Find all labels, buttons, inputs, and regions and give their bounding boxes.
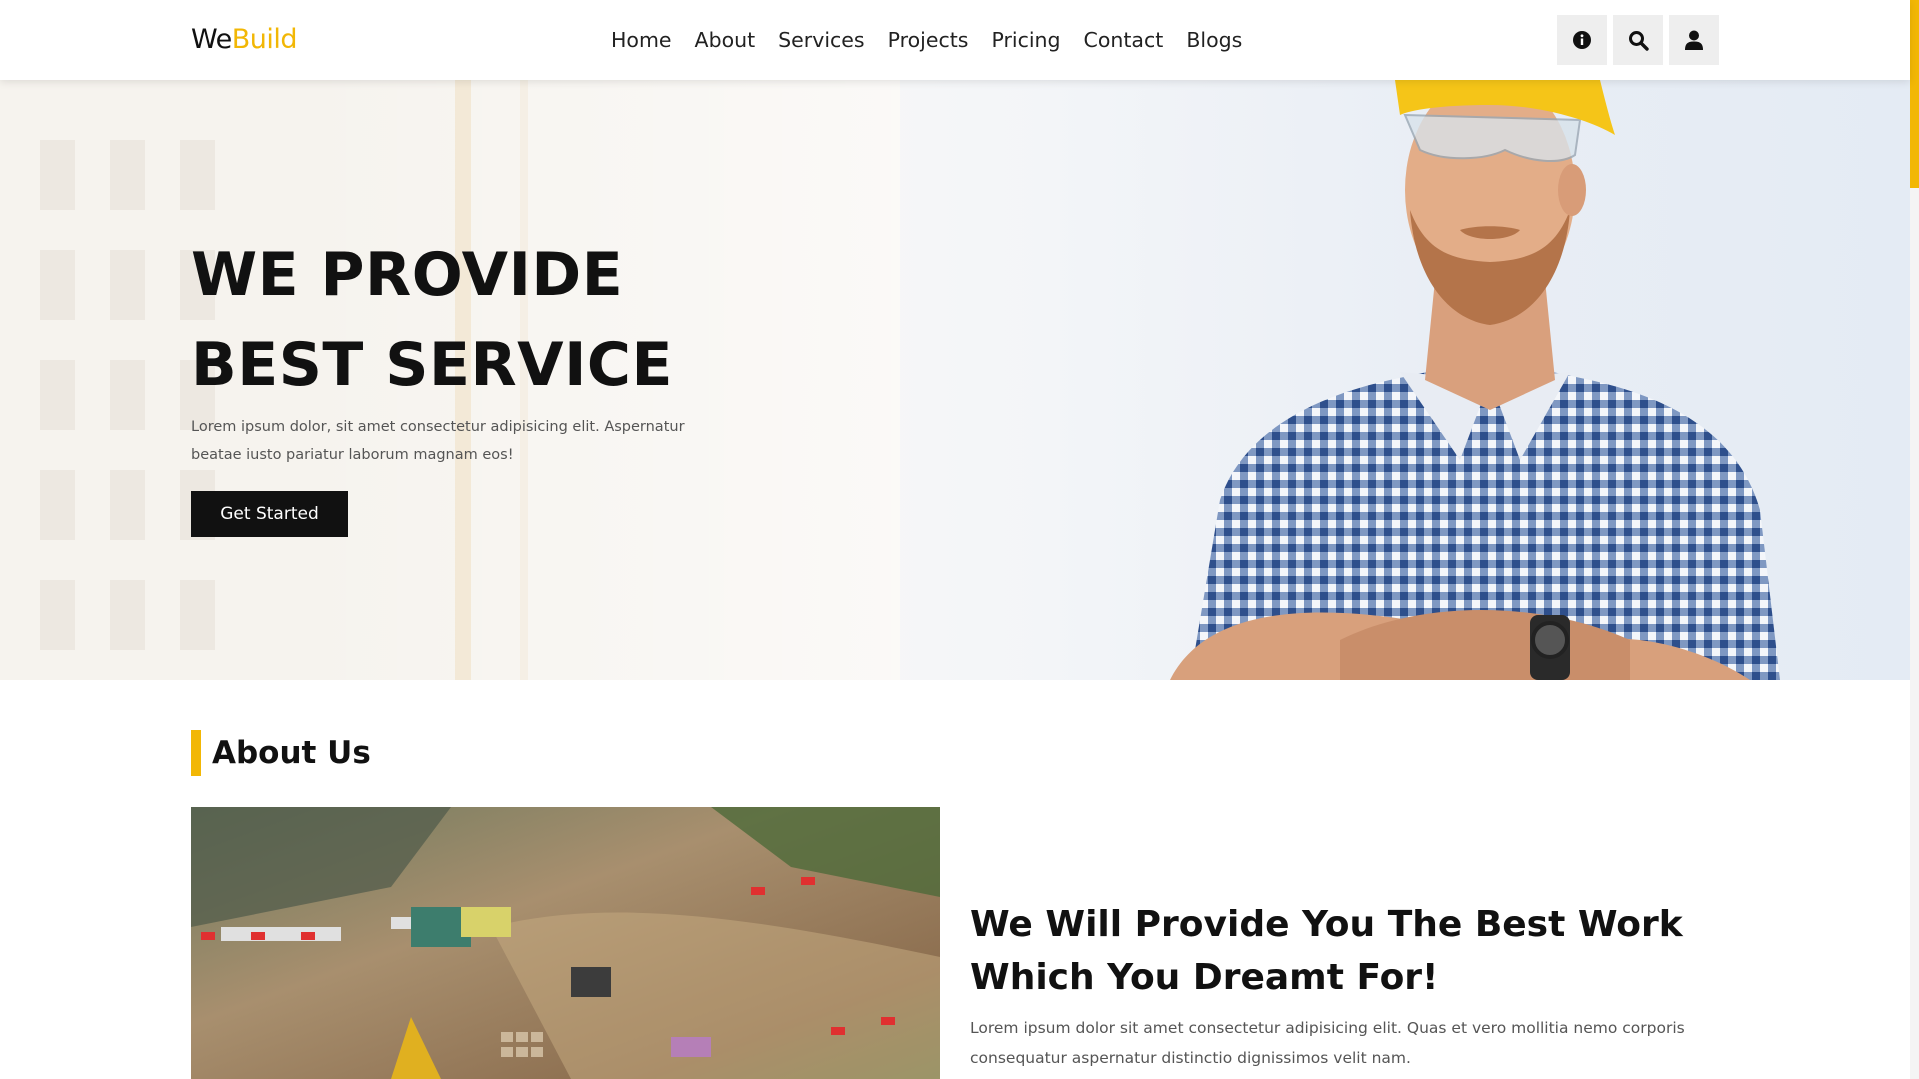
brand-logo[interactable]: WeBuild [191, 20, 298, 60]
nav-pricing[interactable]: Pricing [991, 20, 1060, 60]
search-button[interactable] [1613, 15, 1663, 65]
hero-description: Lorem ipsum dolor, sit amet consectetur … [191, 419, 685, 463]
main-nav: Home About Services Projects Pricing Con… [611, 20, 1265, 60]
nav-about[interactable]: About [695, 20, 756, 60]
scrollbar-thumb[interactable] [1910, 0, 1919, 188]
search-icon [1628, 30, 1649, 51]
about-heading-accent-bar [191, 730, 201, 776]
about-description: Lorem ipsum dolor sit amet consectetur a… [970, 1019, 1685, 1067]
nav-services[interactable]: Services [778, 20, 864, 60]
about-heading: About Us [191, 730, 371, 776]
user-button[interactable] [1669, 15, 1719, 65]
info-button[interactable] [1557, 15, 1607, 65]
nav-home[interactable]: Home [611, 20, 672, 60]
hero-section: WE PROVIDE BEST SERVICE Lorem ipsum dolo… [0, 80, 1910, 680]
nav-blogs[interactable]: Blogs [1186, 20, 1242, 60]
nav-projects[interactable]: Projects [888, 20, 969, 60]
hero-title: WE PROVIDE BEST SERVICE [191, 230, 673, 410]
about-title: We Will Provide You The Best Work Which … [970, 904, 1683, 998]
hero-title-line2: BEST SERVICE [191, 330, 673, 400]
about-heading-text: About Us [212, 735, 371, 771]
user-icon [1685, 30, 1703, 50]
hero-title-line1: WE PROVIDE [191, 240, 624, 310]
construction-site-photo [191, 807, 940, 1079]
header-icon-group [1557, 15, 1719, 65]
nav-contact[interactable]: Contact [1084, 20, 1164, 60]
info-icon [1573, 31, 1591, 49]
brand-logo-part2: Build [231, 24, 298, 55]
site-header: WeBuild Home About Services Projects Pri… [0, 0, 1910, 80]
brand-logo-part1: We [191, 24, 232, 55]
get-started-button[interactable]: Get Started [191, 491, 348, 537]
worker-photo [1170, 80, 1780, 680]
